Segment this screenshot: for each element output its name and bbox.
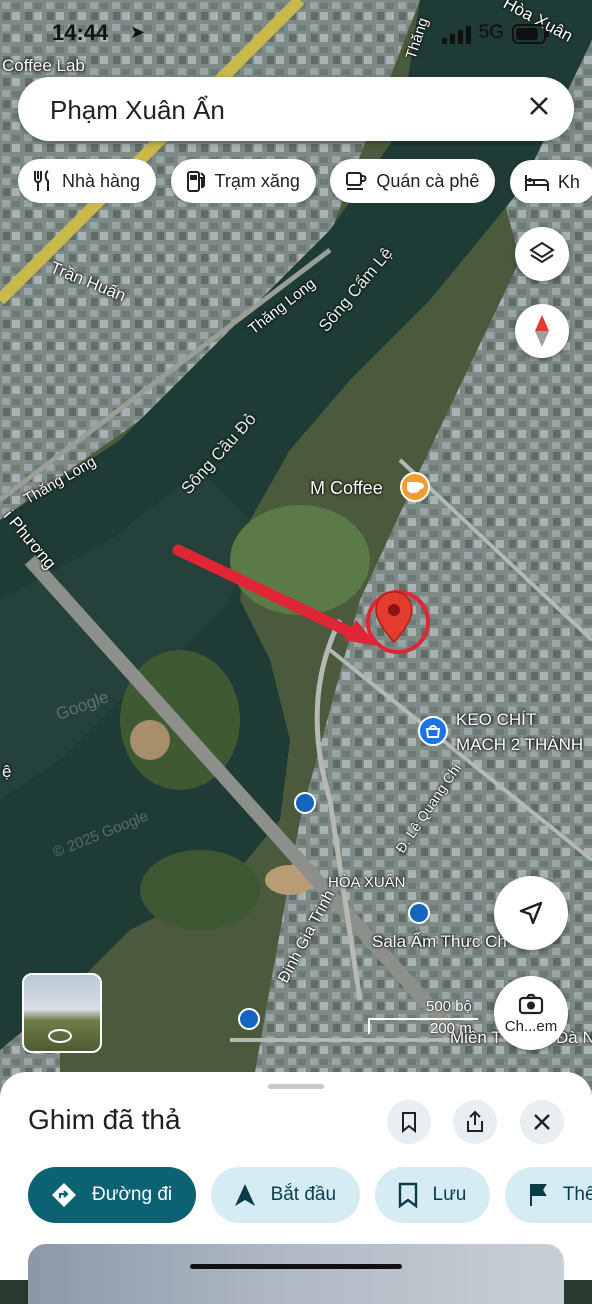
- action-label: Thêm: [562, 1184, 592, 1205]
- gas-station-icon: [186, 171, 205, 192]
- bookmark-icon: [398, 1182, 417, 1208]
- navigation-arrow-icon: [234, 1184, 255, 1206]
- place-photo-preview[interactable]: [28, 1244, 564, 1304]
- chip-hotels[interactable]: Kh: [509, 160, 592, 203]
- action-buttons: Đường đi Bắt đầu Lưu Thêm: [28, 1167, 592, 1223]
- home-indicator[interactable]: [190, 1264, 402, 1269]
- chip-label: Quán cà phê: [376, 170, 480, 191]
- chip-label: Kh: [557, 171, 580, 192]
- place-bottom-sheet[interactable]: Ghim đã thả Đường đi Bắt đầu Lưu Thêm: [0, 1072, 592, 1304]
- action-label: Đường đi: [92, 1184, 173, 1205]
- hotel-bed-icon: [524, 175, 549, 191]
- close-sheet-button[interactable]: [520, 1100, 564, 1144]
- navigation-arrow-icon: [519, 901, 543, 925]
- my-location-button[interactable]: [494, 876, 568, 950]
- chip-gas-stations[interactable]: Trạm xăng: [170, 159, 316, 203]
- dropped-pin-icon[interactable]: [373, 590, 415, 646]
- action-label: Bắt đầu: [270, 1184, 337, 1205]
- compass-icon: [535, 315, 549, 347]
- compass-button[interactable]: [515, 304, 569, 358]
- clear-search-button[interactable]: [524, 94, 554, 124]
- layers-button[interactable]: [515, 227, 569, 281]
- location-arrow-icon: ➤: [130, 22, 146, 42]
- status-network: 5G: [478, 22, 504, 43]
- place-title: Ghim đã thả: [28, 1104, 181, 1135]
- camera-icon: [518, 993, 544, 1014]
- signal-icon: [442, 24, 472, 50]
- chip-cafes[interactable]: Quán cà phê: [330, 159, 496, 203]
- directions-icon: [52, 1183, 76, 1207]
- close-icon: [530, 97, 548, 115]
- chip-restaurants[interactable]: Nhà hàng: [18, 159, 157, 203]
- more-button[interactable]: Thêm: [504, 1167, 592, 1223]
- status-time: 14:44: [52, 20, 109, 45]
- search-query[interactable]: Phạm Xuân Ẩn: [50, 95, 225, 126]
- share-icon: [467, 1110, 483, 1132]
- save-button[interactable]: Lưu: [374, 1167, 491, 1223]
- action-label: Lưu: [432, 1184, 467, 1205]
- layers-icon: [529, 241, 555, 264]
- sheet-drag-handle[interactable]: [268, 1084, 324, 1089]
- coffee-cup-icon: [346, 172, 367, 190]
- flag-icon: [529, 1184, 547, 1206]
- status-bar: 14:44 ➤ 5G: [52, 20, 552, 50]
- start-button[interactable]: Bắt đầu: [210, 1167, 361, 1223]
- close-icon: [534, 1114, 550, 1130]
- scale-bottom-label: 200 m: [430, 1020, 472, 1037]
- scale-top-label: 500 bộ: [426, 998, 472, 1015]
- fork-knife-icon: [34, 170, 49, 191]
- street-view-360-icon: [48, 1029, 72, 1043]
- camera-search-label: Ch...em: [504, 1017, 558, 1035]
- chip-label: Nhà hàng: [62, 170, 141, 191]
- map-scale: 500 bộ 200 m: [368, 998, 478, 1038]
- bookmark-icon: [402, 1112, 416, 1133]
- share-button[interactable]: [453, 1100, 497, 1144]
- camera-search-button[interactable]: Ch...em: [494, 976, 568, 1050]
- directions-button[interactable]: Đường đi: [28, 1167, 197, 1223]
- chip-label: Trạm xăng: [214, 170, 300, 191]
- street-view-thumbnail[interactable]: [22, 973, 102, 1053]
- battery-icon: [512, 24, 550, 50]
- search-bar[interactable]: Phạm Xuân Ẩn: [18, 77, 574, 141]
- save-place-button[interactable]: [387, 1100, 431, 1144]
- category-chips: Nhà hàng Trạm xăng Quán cà phê Kh: [18, 159, 592, 203]
